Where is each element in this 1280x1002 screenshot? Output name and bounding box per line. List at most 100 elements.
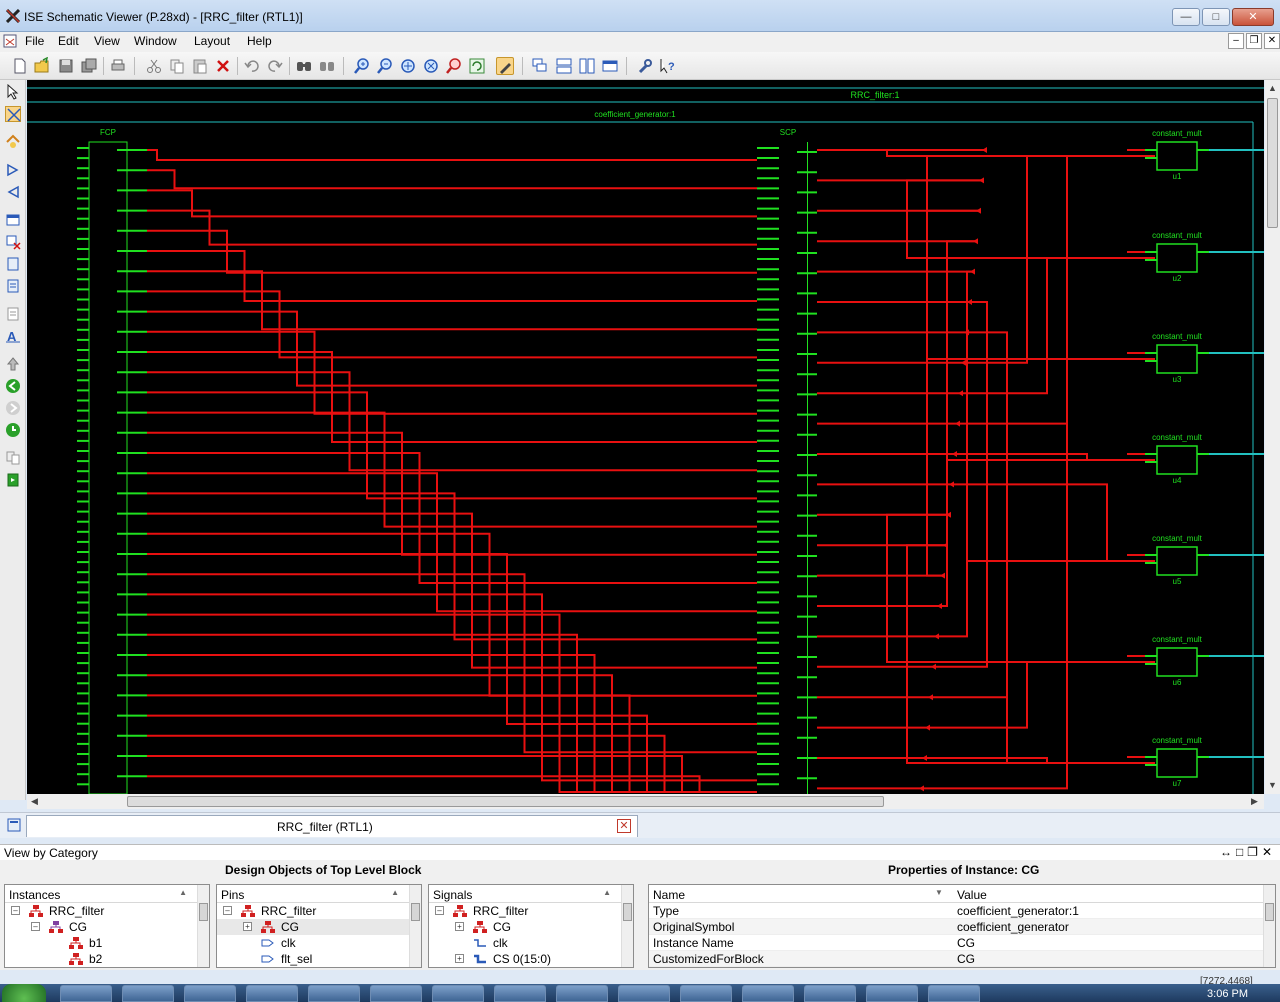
table-row[interactable]: Type coefficient_generator:1 — [649, 903, 1275, 919]
fcp-block[interactable] — [77, 141, 147, 794]
refresh-icon[interactable] — [468, 57, 486, 75]
select-mode-icon[interactable] — [496, 57, 514, 75]
taskbar-app-button[interactable] — [928, 985, 980, 1002]
list-item[interactable]: – RRC_filter — [429, 903, 633, 919]
taskbar-app-button[interactable] — [246, 985, 298, 1002]
list-item[interactable]: b2 — [5, 951, 209, 967]
expand-tool-icon[interactable] — [5, 134, 21, 150]
push-up-tool-icon[interactable] — [5, 356, 21, 372]
scroll-up-icon[interactable]: ▲ — [1268, 83, 1277, 93]
pins-list[interactable]: Pins ▲ – RRC_filter + CG clk flt_sel — [216, 884, 422, 968]
tile-horizontal-icon[interactable] — [555, 57, 573, 75]
backward-tool-icon[interactable] — [5, 184, 21, 200]
sort-icon[interactable]: ▲ — [391, 888, 399, 897]
cascade-icon[interactable] — [531, 57, 549, 75]
taskbar-app-button[interactable] — [370, 985, 422, 1002]
taskbar-app-button[interactable] — [60, 985, 112, 1002]
sort-icon[interactable]: ▲ — [603, 888, 611, 897]
taskbar-app-button[interactable] — [308, 985, 360, 1002]
table-row[interactable]: OriginalSymbol coefficient_generator — [649, 919, 1275, 935]
table-row[interactable]: CustomizedForBlock CG — [649, 951, 1275, 967]
signals-header[interactable]: Signals — [433, 888, 472, 902]
list-item[interactable]: + CG — [429, 919, 633, 935]
save-all-icon[interactable] — [80, 57, 98, 75]
sort-icon[interactable]: ▼ — [935, 888, 943, 897]
panel-controls[interactable]: ↔□❐✕ — [1220, 845, 1276, 859]
find-next-icon[interactable] — [318, 57, 336, 75]
constant-mult-blocks[interactable]: constant_mult u1 constant_mult u2 consta… — [1145, 129, 1264, 788]
scp-block[interactable] — [757, 142, 817, 794]
scroll-left-icon[interactable]: ◀ — [31, 796, 38, 807]
mdi-close-button[interactable]: ✕ — [1264, 33, 1280, 49]
menu-layout[interactable]: Layout — [194, 34, 230, 48]
history-tool-icon[interactable] — [5, 422, 21, 438]
page-list-tool-icon[interactable] — [5, 278, 21, 294]
signals-list[interactable]: Signals ▲ – RRC_filter + CG clk + CS 0(15:0) — [428, 884, 634, 968]
export-tool-icon[interactable] — [5, 472, 21, 488]
schematic-canvas[interactable]: RRC_filter:1 coefficient_generator:1 FCP… — [27, 80, 1264, 794]
text-tool-icon[interactable]: A — [5, 328, 21, 344]
delete-icon[interactable] — [214, 57, 232, 75]
document-tab[interactable]: RRC_filter (RTL1) ✕ — [26, 815, 638, 837]
open-icon[interactable] — [33, 57, 51, 75]
close-button[interactable]: ✕ — [1232, 8, 1274, 26]
taskbar-app-button[interactable] — [122, 985, 174, 1002]
table-row[interactable]: Instance Name CG — [649, 935, 1275, 951]
cut-icon[interactable] — [145, 57, 163, 75]
vertical-scroll-thumb[interactable] — [1267, 98, 1278, 228]
undo-icon[interactable] — [243, 57, 261, 75]
go-back-tool-icon[interactable] — [5, 378, 21, 394]
options-icon[interactable] — [636, 57, 654, 75]
menu-help[interactable]: Help — [247, 34, 272, 48]
list-item[interactable]: – RRC_filter — [5, 903, 209, 919]
instances-header[interactable]: Instances — [9, 888, 60, 902]
copy-view-tool-icon[interactable] — [5, 450, 21, 466]
menu-view[interactable]: View — [94, 34, 120, 48]
list-item[interactable]: – RRC_filter — [217, 903, 421, 919]
document-icon[interactable] — [3, 34, 17, 48]
page-tool-icon[interactable] — [5, 256, 21, 272]
properties-tool-icon[interactable] — [5, 306, 21, 322]
find-icon[interactable] — [295, 57, 313, 75]
properties-value-header[interactable]: Value — [957, 888, 987, 902]
zoom-full-icon[interactable] — [399, 57, 417, 75]
taskbar-app-button[interactable] — [742, 985, 794, 1002]
mdi-minimize-button[interactable]: – — [1228, 33, 1244, 49]
net-select-tool-icon[interactable] — [5, 106, 21, 122]
list-item[interactable]: + CS 0(15:0) — [429, 951, 633, 967]
taskbar-app-button[interactable] — [432, 985, 484, 1002]
minimize-button[interactable]: — — [1172, 8, 1200, 26]
instances-list[interactable]: Instances ▲ – RRC_filter – CG b1 b2 — [4, 884, 210, 968]
remove-block-tool-icon[interactable] — [5, 234, 21, 250]
forward-tool-icon[interactable] — [5, 162, 21, 178]
taskbar-app-button[interactable] — [618, 985, 670, 1002]
properties-table[interactable]: Name ▼ Value Type coefficient_generator:1… — [648, 884, 1276, 968]
list-item[interactable]: clk — [429, 935, 633, 951]
list-item[interactable]: – CG — [5, 919, 209, 935]
list-item[interactable]: clk — [217, 935, 421, 951]
print-icon[interactable] — [109, 57, 127, 75]
zoom-select-icon[interactable] — [445, 57, 463, 75]
arrange-icon[interactable] — [601, 57, 619, 75]
mdi-restore-button[interactable]: ❐ — [1246, 33, 1262, 49]
scroll-down-icon[interactable]: ▼ — [1268, 780, 1277, 790]
list-item[interactable]: flt_sel — [217, 951, 421, 967]
new-icon[interactable] — [11, 57, 29, 75]
scroll-right-icon[interactable]: ▶ — [1251, 796, 1258, 807]
select-tool-icon[interactable] — [5, 84, 21, 100]
view-by-category-label[interactable]: View by Category — [4, 846, 98, 860]
menu-window[interactable]: Window — [134, 34, 177, 48]
zoom-in-icon[interactable] — [353, 57, 371, 75]
taskbar-app-button[interactable] — [556, 985, 608, 1002]
list-item[interactable]: b1 — [5, 935, 209, 951]
taskbar-app-button[interactable] — [866, 985, 918, 1002]
zoom-fit-icon[interactable] — [422, 57, 440, 75]
menu-file[interactable]: File — [25, 34, 44, 48]
go-forward-tool-icon[interactable] — [5, 400, 21, 416]
help-context-icon[interactable]: ? — [659, 57, 677, 75]
vertical-scrollbar[interactable]: ▲ ▼ — [1265, 80, 1280, 794]
list-item[interactable]: + CG — [217, 919, 421, 935]
start-button[interactable] — [2, 984, 46, 1002]
taskbar-app-button[interactable] — [680, 985, 732, 1002]
horizontal-scrollbar[interactable]: ◀ ▶ — [27, 794, 1264, 809]
